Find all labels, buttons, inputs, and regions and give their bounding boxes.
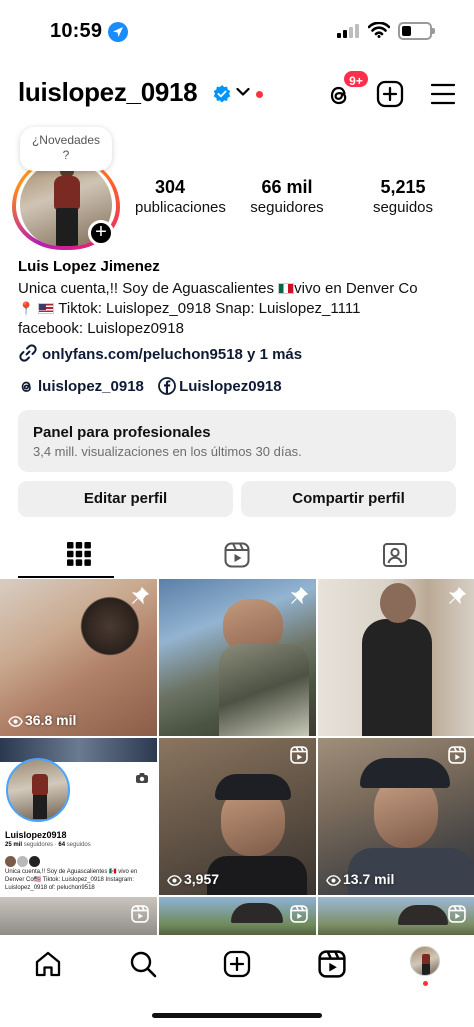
post-6[interactable]: 13.7 mil bbox=[318, 738, 474, 895]
pinned-icon bbox=[131, 587, 149, 605]
location-arrow-icon bbox=[108, 22, 128, 42]
create-plus-icon[interactable] bbox=[376, 80, 404, 108]
posts-grid: 36.8 mil Luislopez0918 25 mil seguidores… bbox=[0, 579, 474, 935]
threads-notification-badge: 9+ bbox=[342, 69, 370, 89]
eye-icon bbox=[8, 716, 23, 727]
eye-icon bbox=[167, 875, 182, 886]
professional-dashboard[interactable]: Panel para profesionales 3,4 mill. visua… bbox=[18, 410, 456, 472]
stat-followers-label: seguidores bbox=[250, 199, 324, 216]
link-icon bbox=[19, 344, 37, 362]
stat-following[interactable]: 5,215 seguidos bbox=[360, 177, 446, 219]
pin-icon: 📍 bbox=[18, 301, 35, 316]
chevron-down-icon[interactable] bbox=[236, 87, 250, 97]
story-note-bubble[interactable]: ¿Novedades ? bbox=[20, 127, 112, 171]
status-time: 10:59 bbox=[50, 20, 103, 42]
post-5-views: 3,957 bbox=[167, 871, 219, 887]
post-5-views-text: 3,957 bbox=[184, 871, 220, 887]
camera-icon bbox=[136, 773, 148, 783]
bottom-navigation bbox=[0, 935, 474, 1027]
post-1-views: 36.8 mil bbox=[8, 712, 76, 728]
mexico-flag-icon bbox=[278, 283, 295, 294]
add-story-plus-icon[interactable]: + bbox=[88, 220, 114, 246]
reel-icon bbox=[290, 905, 308, 923]
edit-profile-button[interactable]: Editar perfil bbox=[18, 481, 233, 517]
content-tabs bbox=[0, 530, 474, 578]
tab-reels-icon[interactable] bbox=[224, 542, 250, 568]
post-6-views: 13.7 mil bbox=[326, 871, 394, 887]
post-4[interactable]: Luislopez0918 25 mil seguidores · 64 seg… bbox=[0, 738, 157, 895]
post-7[interactable] bbox=[0, 897, 157, 935]
pinned-icon bbox=[448, 587, 466, 605]
story-note-text: ¿Novedades ? bbox=[31, 133, 101, 162]
tab-grid-icon[interactable] bbox=[67, 542, 91, 566]
threads-link[interactable]: luislopez_0918 bbox=[18, 378, 144, 395]
stat-posts[interactable]: 304 publicaciones bbox=[135, 177, 226, 219]
tab-tagged-icon[interactable] bbox=[382, 542, 408, 568]
profile-full-name: Luis Lopez Jimenez bbox=[18, 258, 160, 275]
verified-badge-icon bbox=[213, 85, 231, 103]
bio-line2: Tiktok: Luislopez_0918 Snap: Luislopez_1… bbox=[54, 300, 361, 317]
mini-name: Luislopez0918 bbox=[5, 830, 67, 840]
post-9[interactable] bbox=[318, 897, 474, 935]
threads-handle: luislopez_0918 bbox=[38, 378, 144, 395]
mini-stats: 25 mil seguidores · 64 seguidos bbox=[5, 842, 91, 848]
reel-icon bbox=[290, 746, 308, 764]
reel-icon bbox=[131, 905, 149, 923]
active-tab-indicator bbox=[18, 576, 114, 578]
stat-followers[interactable]: 66 mil seguidores bbox=[240, 177, 334, 219]
share-profile-button[interactable]: Compartir perfil bbox=[241, 481, 456, 517]
eye-icon bbox=[326, 875, 341, 886]
profile-link-text: onlyfans.com/peluchon9518 y 1 más bbox=[42, 346, 303, 363]
post-4-profile-screenshot: Luislopez0918 25 mil seguidores · 64 seg… bbox=[0, 738, 157, 895]
reel-icon bbox=[448, 746, 466, 764]
panel-title: Panel para profesionales bbox=[33, 424, 211, 441]
hamburger-menu-icon[interactable] bbox=[431, 83, 455, 105]
stat-posts-value: 304 bbox=[154, 177, 186, 197]
post-5[interactable]: 3,957 bbox=[159, 738, 316, 895]
bio-line1-b: vivo en Denver Co bbox=[294, 280, 418, 297]
mini-bio: Unica cuenta,!! Soy de Aguascalientes 🇲🇽… bbox=[5, 869, 138, 891]
social-links: luislopez_0918 Luislopez0918 bbox=[18, 377, 292, 395]
status-bar: 10:59 bbox=[0, 0, 474, 62]
bio-line1-a: Unica cuenta,!! Soy de Aguascalientes bbox=[18, 280, 279, 297]
post-3[interactable] bbox=[318, 579, 474, 736]
home-icon[interactable] bbox=[34, 950, 62, 978]
profile-header: luislopez_0918 9+ bbox=[0, 69, 474, 116]
post-2[interactable] bbox=[159, 579, 316, 736]
wifi-icon bbox=[368, 22, 390, 38]
post-6-views-text: 13.7 mil bbox=[343, 871, 395, 887]
threads-small-icon bbox=[21, 381, 31, 392]
stat-following-label: seguidos bbox=[372, 199, 434, 216]
post-1-views-text: 36.8 mil bbox=[25, 712, 77, 728]
reels-icon[interactable] bbox=[318, 950, 346, 978]
profile-nav-dot bbox=[423, 981, 428, 986]
search-icon[interactable] bbox=[129, 950, 157, 978]
profile-bio: Unica cuenta,!! Soy de Aguascalientes vi… bbox=[18, 279, 458, 339]
reel-icon bbox=[448, 905, 466, 923]
stat-following-value: 5,215 bbox=[380, 177, 426, 197]
stat-posts-label: publicaciones bbox=[135, 199, 226, 216]
create-icon[interactable] bbox=[223, 950, 251, 978]
stat-followers-value: 66 mil bbox=[261, 177, 313, 197]
panel-subtitle: 3,4 mill. visualizaciones en los últimos… bbox=[33, 444, 302, 459]
header-username[interactable]: luislopez_0918 bbox=[18, 77, 198, 108]
home-indicator bbox=[152, 1013, 322, 1018]
battery-icon bbox=[398, 22, 435, 40]
facebook-link[interactable]: Luislopez0918 bbox=[158, 377, 282, 395]
cellular-signal-icon bbox=[337, 24, 359, 38]
profile-nav-avatar[interactable] bbox=[410, 946, 440, 976]
profile-link[interactable]: onlyfans.com/peluchon9518 y 1 más bbox=[18, 343, 302, 363]
usa-flag-icon bbox=[38, 303, 55, 314]
pinned-icon bbox=[290, 587, 308, 605]
post-8[interactable] bbox=[159, 897, 316, 935]
account-notification-dot bbox=[256, 91, 263, 98]
facebook-handle: Luislopez0918 bbox=[179, 378, 282, 395]
bio-line3: facebook: Luislopez0918 bbox=[18, 320, 184, 337]
post-1[interactable]: 36.8 mil bbox=[0, 579, 157, 736]
facebook-icon bbox=[158, 377, 176, 395]
